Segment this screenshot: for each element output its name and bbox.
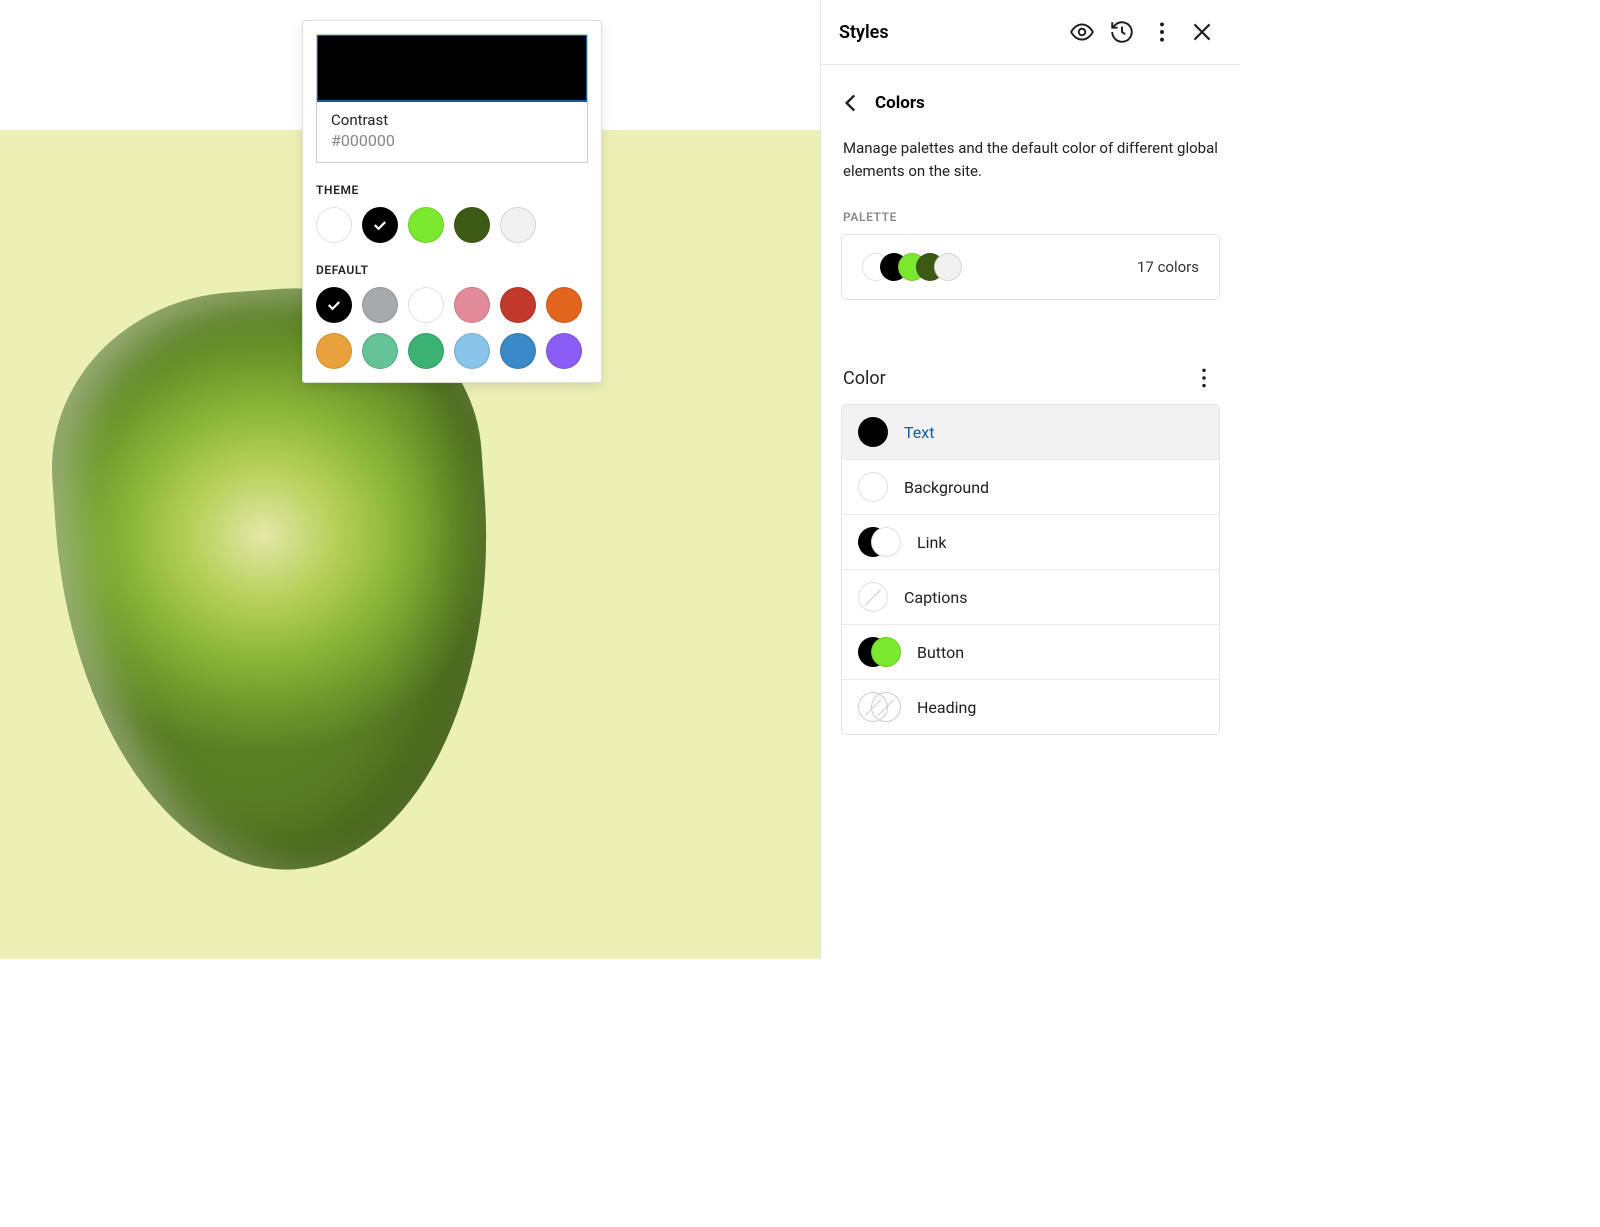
default-swatch-lightblue[interactable] xyxy=(454,333,490,369)
revisions-button[interactable] xyxy=(1102,12,1142,52)
style-book-button[interactable] xyxy=(1062,12,1102,52)
sidebar-header: Styles xyxy=(821,0,1240,65)
back-button[interactable] xyxy=(831,83,871,123)
default-section-label: DEFAULT xyxy=(316,263,588,277)
default-swatch-white[interactable] xyxy=(408,287,444,323)
kebab-icon xyxy=(1191,365,1217,391)
default-swatch-black[interactable] xyxy=(316,287,352,323)
default-swatch-red[interactable] xyxy=(500,287,536,323)
color-indicator-dot xyxy=(871,692,901,722)
selected-color-name: Contrast xyxy=(331,111,573,129)
color-section-menu-button[interactable] xyxy=(1190,364,1218,392)
color-item-label: Link xyxy=(917,533,946,552)
default-swatch-green[interactable] xyxy=(408,333,444,369)
kebab-icon xyxy=(1149,19,1175,45)
check-icon xyxy=(371,216,389,234)
color-indicator-dot xyxy=(858,417,888,447)
color-item-label: Captions xyxy=(904,588,967,607)
selected-color-swatch[interactable] xyxy=(317,35,587,101)
more-menu-button[interactable] xyxy=(1142,12,1182,52)
default-swatch-purple[interactable] xyxy=(546,333,582,369)
color-item-label: Heading xyxy=(917,698,976,717)
theme-swatch-tertiary[interactable] xyxy=(500,207,536,243)
sidebar-title: Styles xyxy=(839,22,1062,43)
color-indicator-dot xyxy=(871,527,901,557)
close-sidebar-button[interactable] xyxy=(1182,12,1222,52)
color-item-heading[interactable]: Heading xyxy=(842,679,1219,734)
color-item-button[interactable]: Button xyxy=(842,624,1219,679)
default-swatch-teal[interactable] xyxy=(362,333,398,369)
default-swatch-blue[interactable] xyxy=(500,333,536,369)
color-elements-list: Text Background Link Captions Button Heading xyxy=(841,404,1220,735)
palette-color-dot xyxy=(934,253,962,281)
default-swatch-pink[interactable] xyxy=(454,287,490,323)
theme-swatch-contrast[interactable] xyxy=(362,207,398,243)
palette-count: 17 colors xyxy=(1137,258,1199,276)
color-item-label: Text xyxy=(904,423,934,442)
editor-canvas: Contrast #000000 THEME DEFAULT xyxy=(0,0,820,959)
color-item-background[interactable]: Background xyxy=(842,459,1219,514)
theme-swatch-primary[interactable] xyxy=(408,207,444,243)
panel-subtitle: Colors xyxy=(875,93,925,113)
selected-color-hex: #000000 xyxy=(331,131,573,150)
styles-sidebar: Styles Colors Manage palettes and the de… xyxy=(820,0,1240,959)
color-item-label: Background xyxy=(904,478,989,497)
eye-icon xyxy=(1069,19,1095,45)
color-item-captions[interactable]: Captions xyxy=(842,569,1219,624)
default-swatch-amber[interactable] xyxy=(316,333,352,369)
check-icon xyxy=(325,296,343,314)
panel-description: Manage palettes and the default color of… xyxy=(821,133,1240,204)
theme-swatch-secondary[interactable] xyxy=(454,207,490,243)
history-icon xyxy=(1109,19,1135,45)
palette-section-label: PALETTE xyxy=(821,204,1240,234)
color-item-label: Button xyxy=(917,643,964,662)
default-swatch-orange[interactable] xyxy=(546,287,582,323)
color-item-text[interactable]: Text xyxy=(842,405,1219,459)
color-indicator-dot xyxy=(858,582,888,612)
palette-card[interactable]: 17 colors xyxy=(841,234,1220,300)
color-item-link[interactable]: Link xyxy=(842,514,1219,569)
default-swatch-gray[interactable] xyxy=(362,287,398,323)
color-indicator-dot xyxy=(858,472,888,502)
theme-section-label: THEME xyxy=(316,183,588,197)
close-icon xyxy=(1189,19,1215,45)
color-section-heading: Color xyxy=(843,368,886,389)
color-indicator-dot xyxy=(871,637,901,667)
chevron-left-icon xyxy=(838,90,864,116)
color-picker-popover: Contrast #000000 THEME DEFAULT xyxy=(302,20,602,383)
palette-preview-stack xyxy=(862,253,1137,281)
sidebar-breadcrumb: Colors xyxy=(821,65,1240,133)
theme-swatch-base[interactable] xyxy=(316,207,352,243)
selected-color-preview: Contrast #000000 xyxy=(316,34,588,163)
